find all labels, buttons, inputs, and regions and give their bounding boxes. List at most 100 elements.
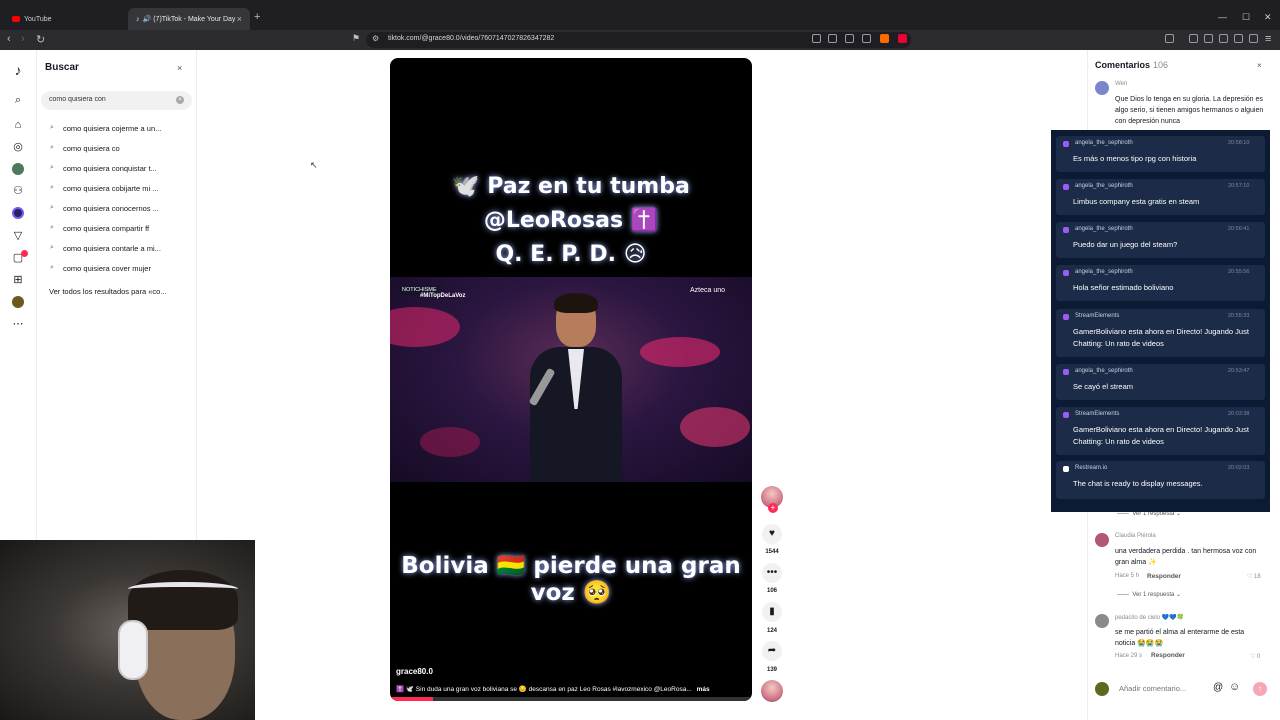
mention-icon[interactable]: @ (1213, 682, 1223, 693)
explore-icon[interactable]: ◎ (12, 141, 24, 153)
chat-text: GamerBoliviano esta ahora en Directo! Ju… (1073, 327, 1249, 348)
following-avatar-icon[interactable] (12, 163, 24, 175)
vpn-icon[interactable] (1249, 34, 1258, 43)
chat-timestamp: 20:58:10 (1228, 140, 1250, 146)
tab-youtube[interactable]: YouTube (4, 8, 126, 30)
close-comments-icon[interactable]: × (1257, 61, 1262, 70)
music-icon[interactable] (1189, 34, 1198, 43)
comment-user[interactable]: Wen (1115, 81, 1127, 87)
speaker-icon: 🔊 (142, 16, 152, 23)
comment-user[interactable]: pedacito de cielo 💙💙🍀 (1115, 614, 1184, 621)
upload-icon[interactable]: ⊞ (12, 274, 24, 286)
chat-platform-icon (1063, 184, 1069, 190)
like-count: 1544 (765, 549, 779, 555)
search-icon: ⌕ (50, 244, 54, 251)
more-icon[interactable]: ⋯ (12, 318, 24, 330)
suggestion-item[interactable]: ⌕ como quisiera conocernos ... (50, 201, 159, 215)
forward-icon[interactable]: › (21, 33, 25, 45)
tv-channel-logo: Azteca uno (690, 287, 726, 294)
search-icon: ⌕ (50, 204, 54, 211)
video-author[interactable]: grace80.0 (396, 667, 433, 676)
stage-light (640, 337, 720, 367)
suggestion-item[interactable]: ⌕ como quisiera contarle a mi... (50, 241, 161, 255)
reply-button[interactable]: Responder (1147, 573, 1181, 580)
new-tab-button[interactable]: + (254, 11, 260, 23)
back-icon[interactable]: ‹ (7, 33, 11, 45)
search-icon[interactable]: ⌕ (12, 94, 24, 106)
chat-username: angela_the_sephiroth (1075, 269, 1133, 275)
reload-icon[interactable]: ↻ (36, 33, 45, 46)
suggestion-item[interactable]: ⌕ como quisiera compartir ff (50, 221, 149, 235)
tiktok-logo-icon[interactable]: ♪ (12, 63, 24, 77)
search-icon: ⌕ (50, 264, 54, 271)
video-progress-bar[interactable] (390, 697, 752, 701)
comment-like[interactable]: ♡ 0 (1250, 653, 1260, 660)
video-player[interactable]: 🕊️ Paz en tu tumba @LeoRosas ✝️ Q. E. P.… (390, 58, 752, 701)
search-input[interactable] (49, 96, 169, 103)
site-info-icon[interactable]: ⚙ (372, 34, 379, 43)
view-replies-link[interactable]: —— Ver 1 respuesta ⌄ (1117, 591, 1181, 598)
share-icon[interactable]: ➦ (762, 641, 782, 661)
wallet-icon[interactable] (1219, 34, 1228, 43)
comments-count: 106 (1153, 60, 1169, 70)
reply-button[interactable]: Responder (1151, 652, 1185, 659)
chat-username: Restream.io (1075, 465, 1108, 471)
comment-user[interactable]: Claudia Piérola (1115, 533, 1156, 539)
send-comment-button[interactable]: ↑ (1253, 682, 1267, 696)
extension-icon[interactable] (812, 34, 821, 43)
like-icon[interactable]: ♥ (762, 524, 782, 544)
suggestion-item[interactable]: ⌕ como quisiera cojerme a un... (50, 121, 161, 135)
reader-icon[interactable] (1204, 34, 1213, 43)
home-icon[interactable]: ⌂ (12, 119, 24, 131)
share-count: 139 (766, 667, 777, 673)
avatar[interactable] (1095, 81, 1109, 95)
sidebar-icon[interactable] (1165, 34, 1174, 43)
avatar[interactable] (1095, 533, 1109, 547)
profile-avatar-icon[interactable] (12, 296, 24, 308)
browser-tab-bar: YouTube ♪ 🔊 (7)TikTok - Make Your Day × … (0, 0, 1280, 30)
close-window-icon[interactable]: ✕ (1264, 12, 1272, 23)
puzzle-icon[interactable] (1234, 34, 1243, 43)
search-title: Buscar (45, 62, 79, 73)
close-search-icon[interactable]: × (177, 63, 182, 73)
comment-like[interactable]: ♡ 18 (1247, 573, 1261, 580)
maximize-icon[interactable]: ☐ (1242, 12, 1250, 23)
brave-shield-icon[interactable] (880, 34, 889, 43)
messages-icon[interactable]: ▽ (12, 230, 24, 242)
cast-icon[interactable] (845, 34, 854, 43)
follow-plus-icon[interactable]: + (768, 503, 778, 513)
chat-timestamp: 20:57:10 (1228, 183, 1250, 189)
comment-input[interactable] (1119, 684, 1209, 693)
more-link[interactable]: más (697, 686, 710, 693)
friends-icon[interactable]: ⚇ (12, 185, 24, 197)
music-disc-avatar[interactable] (761, 680, 783, 702)
live-icon[interactable] (12, 207, 24, 219)
comment-icon[interactable]: ••• (762, 563, 782, 583)
see-all-results-link[interactable]: Ver todos los resultados para «co... (49, 287, 167, 296)
chat-timestamp: 20:53:47 (1228, 368, 1250, 374)
tab-tiktok[interactable]: ♪ 🔊 (7)TikTok - Make Your Day × (128, 8, 250, 30)
clear-search-icon[interactable]: × (176, 96, 184, 104)
chat-platform-icon (1063, 466, 1069, 472)
comment-text: Que Dios lo tenga en su gloria. La depre… (1115, 96, 1264, 125)
emoji-icon[interactable]: ☺ (1229, 681, 1240, 693)
tab-label: (7)TikTok - Make Your Day (153, 15, 236, 23)
suggestion-item[interactable]: ⌕ como quisiera cover mujer (50, 261, 151, 275)
close-tab-icon[interactable]: × (237, 14, 242, 24)
chat-timestamp: 20:03:38 (1228, 411, 1250, 417)
minimize-icon[interactable]: — (1218, 12, 1227, 22)
chat-text: Se cayó el stream (1073, 382, 1134, 391)
rewards-icon[interactable] (898, 34, 907, 43)
chat-username: angela_the_sephiroth (1075, 183, 1133, 189)
bookmark-icon[interactable]: ▮ (762, 602, 782, 622)
url-text[interactable]: tiktok.com/@grace80.0/video/760714702782… (388, 35, 554, 42)
suggestion-item[interactable]: ⌕ como quisiera cobijarte mi ... (50, 181, 158, 195)
suggestion-item[interactable]: ⌕ como quisiera conquistar t... (50, 161, 157, 175)
bookmark-icon[interactable]: ⚑ (352, 33, 360, 44)
search-icon: ⌕ (50, 224, 54, 231)
menu-icon[interactable]: ≡ (1265, 33, 1271, 45)
suggestion-item[interactable]: ⌕ como quisiera co (50, 141, 120, 155)
avatar[interactable] (1095, 614, 1109, 628)
translate-icon[interactable] (828, 34, 837, 43)
share-icon[interactable] (862, 34, 871, 43)
